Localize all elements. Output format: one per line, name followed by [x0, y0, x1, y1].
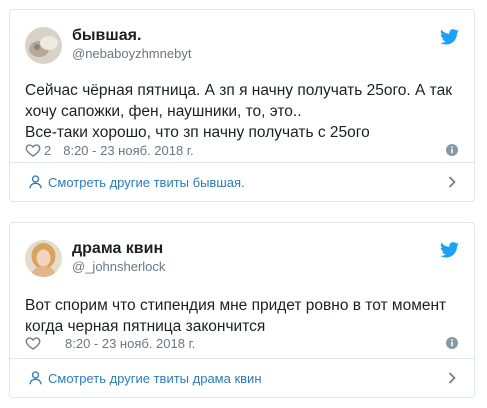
tweet-text-line: Вот спорим что стипендия мне придет ровн…: [25, 297, 447, 314]
twitter-bird-icon[interactable]: [440, 29, 459, 45]
info-icon[interactable]: [446, 337, 458, 349]
tweet-card: драма квин @_johnsherlock Вот спорим что…: [9, 222, 475, 398]
twitter-bird-icon[interactable]: [440, 242, 459, 258]
more-tweets-link[interactable]: Смотреть другие твиты бывшая.: [48, 175, 245, 190]
tweet-footer[interactable]: Смотреть другие твиты драма квин: [10, 358, 474, 397]
timestamp[interactable]: 8:20 - 23 нояб. 2018 г.: [63, 143, 193, 158]
tweet-text-line: Все-таки хорошо, что зп начну получать с…: [25, 124, 370, 141]
author-name[interactable]: бывшая.: [72, 27, 141, 45]
tweet-header: бывшая. @nebaboyzhmnebyt: [10, 10, 474, 67]
heart-icon[interactable]: [25, 142, 41, 158]
chevron-right-icon[interactable]: [448, 176, 456, 188]
person-icon: [29, 371, 42, 385]
tweet-footer[interactable]: Смотреть другие твиты бывшая.: [10, 162, 474, 201]
timestamp[interactable]: 8:20 - 23 нояб. 2018 г.: [65, 336, 195, 351]
like-count: 2: [44, 142, 52, 158]
tweet-header: драма квин @_johnsherlock: [10, 223, 474, 280]
tweet-text: Вот спорим что стипендия мне придет ровн…: [25, 295, 465, 337]
tweet-text-line: хочу сапожки, фен, наушники, то, это..: [25, 103, 302, 120]
more-tweets-link[interactable]: Смотреть другие твиты драма квин: [48, 371, 262, 386]
tweet-meta: 8:20 - 23 нояб. 2018 г.: [25, 334, 195, 352]
heart-icon[interactable]: [25, 335, 41, 351]
avatar[interactable]: [25, 240, 62, 277]
tweet-text: Сейчас чёрная пятница. А зп я начну полу…: [25, 80, 465, 143]
chevron-right-icon[interactable]: [448, 372, 456, 384]
author-handle[interactable]: @_johnsherlock: [72, 259, 165, 274]
info-icon[interactable]: [446, 144, 458, 156]
author-name[interactable]: драма квин: [72, 240, 163, 258]
tweet-meta: 2 8:20 - 23 нояб. 2018 г.: [25, 141, 194, 159]
tweet-text-line: Сейчас чёрная пятница. А зп я начну полу…: [25, 82, 452, 99]
author-handle[interactable]: @nebaboyzhmnebyt: [72, 46, 191, 61]
tweet-card: бывшая. @nebaboyzhmnebyt Сейчас чёрная п…: [9, 9, 475, 202]
avatar[interactable]: [25, 27, 62, 64]
person-icon: [29, 175, 42, 189]
